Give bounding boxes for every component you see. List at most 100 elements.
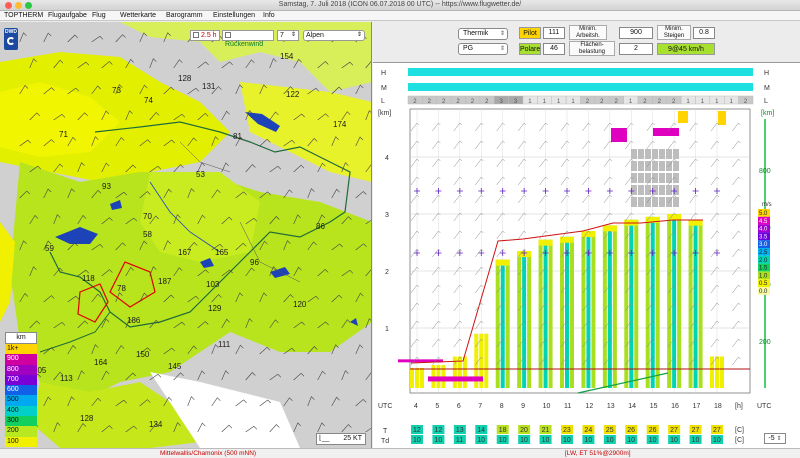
cloud-cell [638, 185, 644, 195]
min-steigen-input[interactable]: 0.8 [693, 27, 715, 39]
climb-legend-label: 0.5 [759, 281, 768, 287]
x-tick-label: 7 [478, 403, 482, 410]
cloud-cell [659, 161, 665, 171]
dewpoint-value: 10 [542, 437, 550, 444]
menu-wetterkarte[interactable]: Wetterkarte [120, 12, 156, 19]
thermal-column [462, 356, 467, 388]
thermal-cap [495, 259, 510, 266]
speed-display: 9@45 km/h [657, 43, 715, 55]
region-value: Alpen [306, 32, 324, 39]
menu-toptherm[interactable]: TOPTHERM [4, 12, 43, 19]
map-legend-entry: 400 [5, 405, 37, 417]
thermal-column [698, 219, 703, 388]
climb-legend-label: 4.0 [759, 227, 768, 233]
x-tick-label: 11 [564, 403, 571, 410]
map-legend-entry: 500 [5, 395, 37, 406]
yellow-cell [678, 111, 688, 123]
x-tick-label: 17 [693, 403, 701, 410]
dewpoint-value: 10 [584, 437, 592, 444]
cloud-cell [659, 149, 665, 159]
region-height-label: 167 [178, 248, 192, 257]
temperature-value: 21 [542, 427, 550, 434]
thermal-column [677, 214, 682, 388]
flight-type-select[interactable]: Thermik ⇕ [458, 28, 508, 40]
hour-select[interactable]: 7 ⇕ [277, 30, 299, 41]
thermal-column [715, 356, 719, 388]
dewpoint-value: 10 [627, 437, 635, 444]
map-legend-title: km [5, 332, 37, 344]
high-climb-cell [653, 128, 679, 136]
climb-legend-label: 1.5 [759, 266, 768, 272]
thermal-column [548, 239, 553, 388]
thermal-map[interactable]: DWD 2.5 h Rückenwind 7 ⇕ Alpen ⇕ 154 128 131… [0, 22, 372, 448]
polare-input[interactable]: 46 [543, 43, 565, 55]
status-location: Mittelwallis/Chamonix (500 mNN) [160, 450, 257, 457]
temperature-row-label: T [383, 428, 388, 435]
y-right-tick-label: 800 [759, 168, 771, 175]
temperature-value: 27 [713, 427, 721, 434]
thermal-column [538, 239, 543, 388]
cloud-row-label-right: H [764, 70, 769, 77]
map-canvas[interactable] [0, 22, 372, 448]
dewpoint-value: 10 [477, 437, 485, 444]
status-bar: Mittelwallis/Chamonix (500 mNN) [LW, ET … [0, 448, 800, 458]
time-option-checkbox[interactable]: 2.5 h [190, 30, 220, 41]
x-tick-label: 5 [435, 403, 439, 410]
pilot-label: Pilot [519, 27, 541, 39]
x-tick-label: 16 [671, 403, 679, 410]
map-legend: km 1k+ 900 800 700 600 500 400 300 200 100 [5, 332, 37, 447]
climb-legend-label: 5.0 [759, 211, 768, 217]
hour-value: 7 [280, 32, 284, 39]
temperature-value: 12 [434, 427, 442, 434]
menu-flug[interactable]: Flug [92, 12, 106, 19]
menu-barogramm[interactable]: Barogramm [166, 12, 203, 19]
dewpoint-value: 10 [606, 437, 614, 444]
x-tick-label: 6 [457, 403, 461, 410]
cloud-row-label: M [381, 85, 387, 92]
pilot-input[interactable]: 111 [543, 27, 565, 39]
region-height-label: 145 [168, 362, 182, 371]
cloud-cell [666, 185, 672, 195]
region-height-label: 81 [233, 132, 242, 141]
thermal-column [565, 236, 569, 388]
aircraft-select[interactable]: PG ⇕ [458, 43, 508, 55]
menu-flugaufgabe[interactable]: Flugaufgabe [48, 12, 87, 19]
region-height-label: 103 [206, 280, 220, 289]
thermal-column [484, 333, 489, 388]
thermal-cap [602, 225, 617, 232]
cloud-row-label: L [381, 98, 385, 105]
cloud-cell [673, 149, 679, 159]
cloud-cell [666, 149, 672, 159]
thermal-column [527, 251, 532, 388]
high-climb-cell [611, 128, 627, 142]
window-title-bar: Samstag, 7. Juli 2018 (ICON 06.07.2018 0… [0, 0, 800, 11]
wind-barb-icon: ⌊__ [319, 435, 330, 442]
temperature-value: 18 [499, 427, 507, 434]
rueckenwind-checkbox[interactable]: Rückenwind [222, 30, 274, 48]
thermal-column [420, 367, 424, 388]
region-select[interactable]: Alpen ⇕ [303, 30, 365, 41]
map-legend-entry: 900 [5, 354, 37, 365]
offset-stepper[interactable]: -5 ⇕ [764, 433, 786, 444]
y-left-tick-label: 3 [385, 212, 389, 219]
sounding-chart-canvas[interactable]: H HM ML L2 2 2 2 2 2 3 3 1 1 1 1 2 2 2 1 2 2 2 1 1 1 1 21234[km] [k… [373, 63, 800, 449]
temperature-value: 27 [692, 427, 700, 434]
min-arbeitsh-input[interactable]: 900 [619, 27, 653, 39]
menu-info[interactable]: Info [263, 12, 275, 19]
region-height-label: 128 [80, 414, 94, 423]
region-height-label: 53 [196, 170, 205, 179]
menu-einstellungen[interactable]: Einstellungen [213, 12, 255, 19]
y-right-axis-label: [km] [761, 110, 774, 117]
dewpoint-value: 11 [456, 437, 463, 444]
cloud-cell [673, 197, 679, 207]
region-height-label: 164 [94, 358, 108, 367]
flaechen-input[interactable]: 2 [619, 43, 653, 55]
temperature-value: 23 [563, 427, 571, 434]
region-height-label: 96 [250, 258, 259, 267]
temperature-value: 27 [670, 427, 678, 434]
temperature-unit: [C] [735, 427, 744, 434]
sounding-chart[interactable]: H H M M L L 2 2 2 2 2 2 3 3 1 1 1 1 2 2 2 1 2 2 2 1 1 1 1 2 1 2 3 4 [km] [k… [373, 62, 800, 448]
cloud-cell [638, 161, 644, 171]
temperature-value: 26 [627, 427, 635, 434]
temperature-value: 14 [477, 427, 485, 434]
